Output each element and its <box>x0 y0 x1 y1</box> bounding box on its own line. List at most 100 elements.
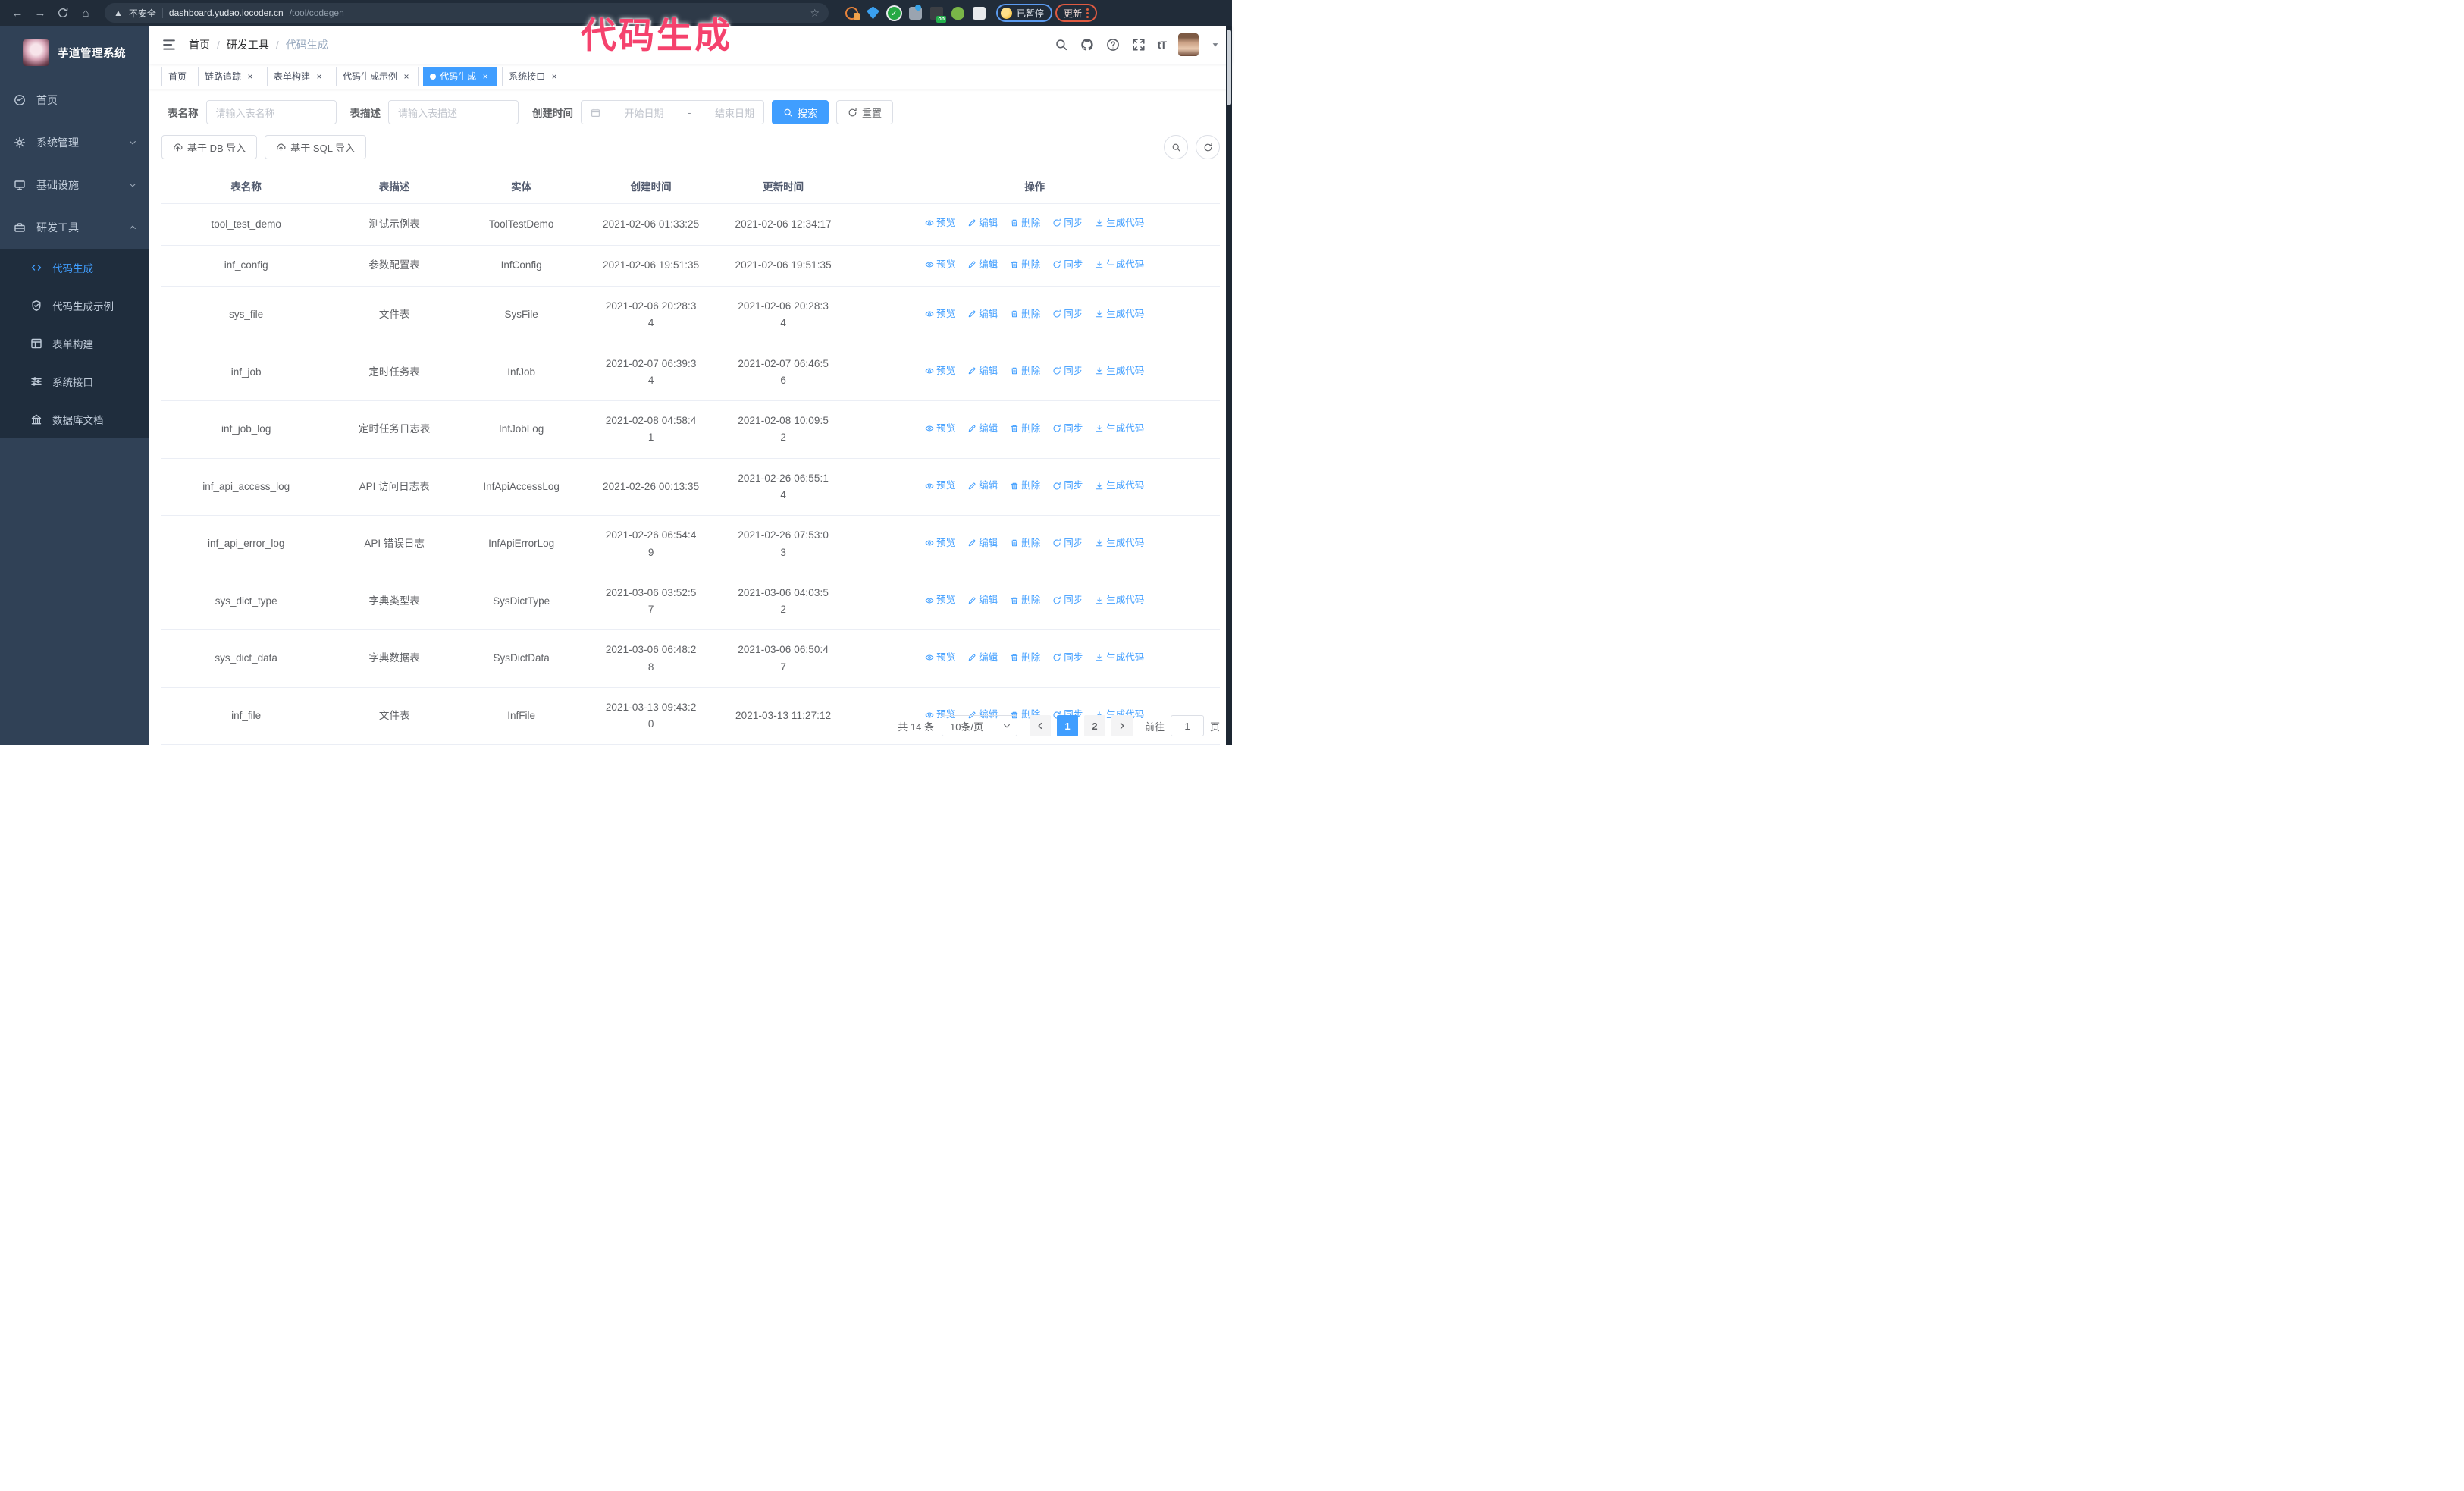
eye-action-link[interactable]: 预览 <box>925 306 955 322</box>
table-desc-input[interactable]: 请输入表描述 <box>388 100 519 124</box>
green-round-extension-icon[interactable] <box>951 6 964 20</box>
delete-action-link[interactable]: 删除 <box>1010 306 1040 322</box>
eye-action-link[interactable]: 预览 <box>925 421 955 437</box>
orange-ring-extension-icon[interactable] <box>845 6 860 20</box>
edit-action-link[interactable]: 编辑 <box>967 421 998 437</box>
sidebar-item-system-management[interactable]: 系统管理 <box>0 121 149 164</box>
goto-page-input[interactable]: 1 <box>1170 715 1204 736</box>
close-icon[interactable]: × <box>480 71 491 82</box>
scrollbar-thumb[interactable] <box>1227 30 1231 105</box>
refresh-table-button[interactable] <box>1196 135 1220 159</box>
download-action-link[interactable]: 生成代码 <box>1095 306 1144 322</box>
fullscreen-icon[interactable] <box>1132 38 1146 52</box>
tab-form-builder[interactable]: 表单构建 × <box>267 66 332 86</box>
avatar[interactable] <box>1178 33 1199 56</box>
chevron-down-icon[interactable] <box>1211 40 1220 49</box>
sidebar-item-system-api[interactable]: 系统接口 <box>0 363 149 400</box>
breadcrumb-item[interactable]: 首页 <box>189 37 210 52</box>
sync-action-link[interactable]: 同步 <box>1052 535 1083 551</box>
edit-action-link[interactable]: 编辑 <box>967 257 998 273</box>
eye-action-link[interactable]: 预览 <box>925 363 955 379</box>
page-button-2[interactable]: 2 <box>1083 715 1105 736</box>
sidebar-item-dev-tools[interactable]: 研发工具 <box>0 206 149 249</box>
font-size-icon[interactable]: tT <box>1158 39 1167 51</box>
sync-action-link[interactable]: 同步 <box>1052 363 1083 379</box>
sidebar-item-form-builder[interactable]: 表单构建 <box>0 325 149 363</box>
page-size-select[interactable]: 10条/页 <box>941 715 1017 736</box>
download-action-link[interactable]: 生成代码 <box>1095 215 1144 231</box>
browser-back-icon[interactable]: ← <box>8 3 27 23</box>
download-action-link[interactable]: 生成代码 <box>1095 650 1144 666</box>
kebab-menu-icon[interactable] <box>1086 8 1089 18</box>
edit-action-link[interactable]: 编辑 <box>967 215 998 231</box>
edit-action-link[interactable]: 编辑 <box>967 535 998 551</box>
sync-action-link[interactable]: 同步 <box>1052 257 1083 273</box>
db-import-button[interactable]: 基于 DB 导入 <box>161 135 258 159</box>
eye-action-link[interactable]: 预览 <box>925 215 955 231</box>
tab-home[interactable]: 首页 <box>161 66 194 86</box>
logo-link[interactable]: 芋道管理系统 <box>0 26 149 79</box>
download-action-link[interactable]: 生成代码 <box>1095 363 1144 379</box>
download-action-link[interactable]: 生成代码 <box>1095 535 1144 551</box>
sidebar-item-codegen-example[interactable]: 代码生成示例 <box>0 287 149 325</box>
delete-action-link[interactable]: 删除 <box>1010 535 1040 551</box>
sidebar-item-db-doc[interactable]: 数据库文档 <box>0 400 149 438</box>
delete-action-link[interactable]: 删除 <box>1010 650 1040 666</box>
tab-system-api[interactable]: 系统接口 × <box>502 66 567 86</box>
sync-action-link[interactable]: 同步 <box>1052 215 1083 231</box>
paused-badge[interactable]: 已暂停 <box>996 4 1053 22</box>
edit-action-link[interactable]: 编辑 <box>967 306 998 322</box>
page-button-1[interactable]: 1 <box>1056 715 1078 736</box>
sync-action-link[interactable]: 同步 <box>1052 306 1083 322</box>
update-badge[interactable]: 更新 <box>1055 4 1098 22</box>
browser-forward-icon[interactable]: → <box>30 3 50 23</box>
browser-reload-icon[interactable] <box>53 3 73 23</box>
edit-action-link[interactable]: 编辑 <box>967 650 998 666</box>
download-action-link[interactable]: 生成代码 <box>1095 421 1144 437</box>
github-icon[interactable] <box>1080 38 1094 52</box>
table-name-input[interactable]: 请输入表名称 <box>205 100 337 124</box>
browser-home-icon[interactable]: ⌂ <box>76 3 96 23</box>
close-icon[interactable]: × <box>401 71 412 82</box>
sync-action-link[interactable]: 同步 <box>1052 650 1083 666</box>
tab-tracing[interactable]: 链路追踪 × <box>198 66 263 86</box>
delete-action-link[interactable]: 删除 <box>1010 421 1040 437</box>
dark-on-extension-icon[interactable]: on <box>930 6 946 23</box>
prev-page-button[interactable] <box>1029 715 1051 736</box>
search-button[interactable]: 搜索 <box>772 100 829 124</box>
sql-import-button[interactable]: 基于 SQL 导入 <box>265 135 367 159</box>
edit-action-link[interactable]: 编辑 <box>967 478 998 494</box>
bookmark-star-icon[interactable]: ☆ <box>810 7 820 20</box>
eye-action-link[interactable]: 预览 <box>925 650 955 666</box>
delete-action-link[interactable]: 删除 <box>1010 215 1040 231</box>
green-check-extension-icon[interactable]: ✓ <box>888 6 901 20</box>
eye-action-link[interactable]: 预览 <box>925 592 955 608</box>
date-range-picker[interactable]: 开始日期 - 结束日期 <box>581 100 764 124</box>
edit-action-link[interactable]: 编辑 <box>967 363 998 379</box>
delete-action-link[interactable]: 删除 <box>1010 592 1040 608</box>
next-page-button[interactable] <box>1111 715 1133 736</box>
sync-action-link[interactable]: 同步 <box>1052 421 1083 437</box>
eye-action-link[interactable]: 预览 <box>925 478 955 494</box>
delete-action-link[interactable]: 删除 <box>1010 478 1040 494</box>
toggle-search-button[interactable] <box>1164 135 1188 159</box>
sync-action-link[interactable]: 同步 <box>1052 592 1083 608</box>
tab-codegen-example[interactable]: 代码生成示例 × <box>336 66 419 86</box>
sidebar-item-infrastructure[interactable]: 基础设施 <box>0 164 149 206</box>
blue-gem-extension-icon[interactable] <box>867 6 879 20</box>
puzzle-extension-icon[interactable] <box>973 6 986 20</box>
reset-button[interactable]: 重置 <box>836 100 894 124</box>
search-icon[interactable] <box>1055 38 1068 52</box>
download-action-link[interactable]: 生成代码 <box>1095 592 1144 608</box>
eye-action-link[interactable]: 预览 <box>925 257 955 273</box>
delete-action-link[interactable]: 删除 <box>1010 363 1040 379</box>
close-icon[interactable]: × <box>549 71 560 82</box>
gray-grid-extension-icon[interactable] <box>909 4 922 20</box>
breadcrumb-item[interactable]: 研发工具 <box>227 37 269 52</box>
download-action-link[interactable]: 生成代码 <box>1095 478 1144 494</box>
help-icon[interactable] <box>1106 38 1120 52</box>
close-icon[interactable]: × <box>245 71 255 82</box>
delete-action-link[interactable]: 删除 <box>1010 257 1040 273</box>
sidebar-item-home[interactable]: 首页 <box>0 79 149 121</box>
sync-action-link[interactable]: 同步 <box>1052 478 1083 494</box>
